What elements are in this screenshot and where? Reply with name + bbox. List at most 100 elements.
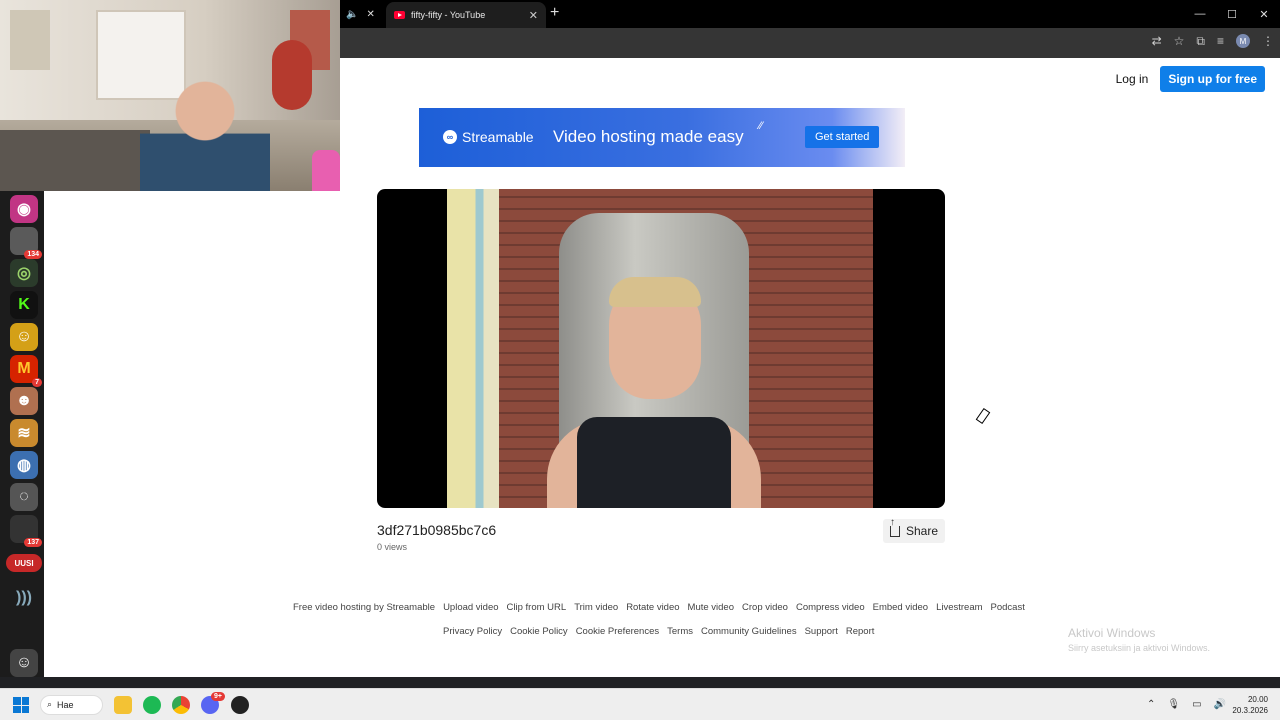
tab-strip: 🔈 ✕ fifty-fifty - YouTube ✕ + — ☐ ✕ bbox=[340, 0, 1280, 28]
footer-link[interactable]: Cookie Policy bbox=[510, 626, 568, 637]
footer-link[interactable]: Embed video bbox=[873, 602, 928, 613]
mouse-cursor-icon bbox=[975, 408, 991, 424]
footer-link[interactable]: Crop video bbox=[742, 602, 788, 613]
clock-date: 20.3.2026 bbox=[1232, 706, 1268, 715]
chrome-icon[interactable] bbox=[172, 696, 190, 714]
chevron-up-icon[interactable]: ⌃ bbox=[1147, 699, 1155, 710]
group-app-icon[interactable]: 137 bbox=[10, 515, 42, 547]
mcdonalds-icon[interactable]: M 7 bbox=[10, 355, 42, 387]
footer-link[interactable]: Privacy Policy bbox=[443, 626, 502, 637]
microphone-icon[interactable]: 🎙 bbox=[1167, 699, 1180, 710]
tab-close-icon[interactable]: ✕ bbox=[529, 9, 538, 22]
footer-link[interactable]: Compress video bbox=[796, 602, 865, 613]
streamable-logo: ∞ Streamable bbox=[443, 129, 534, 145]
login-link[interactable]: Log in bbox=[1116, 72, 1149, 86]
footer-link[interactable]: Report bbox=[846, 626, 875, 637]
header-actions: Log in Sign up for free bbox=[1116, 66, 1265, 92]
windows-start-icon[interactable] bbox=[13, 697, 29, 713]
footer-link[interactable]: Trim video bbox=[574, 602, 618, 613]
discord-icon[interactable]: 9+ bbox=[201, 692, 225, 714]
window-controls: — ☐ ✕ bbox=[1184, 0, 1280, 28]
footer-link[interactable]: Podcast bbox=[991, 602, 1025, 613]
person-hair bbox=[609, 277, 701, 307]
person-tank-top bbox=[577, 417, 731, 508]
footer-links-row2: Privacy Policy Cookie Policy Cookie Pref… bbox=[443, 626, 874, 637]
toolbar-icons: ⇄ ☆ ⧉ ≡ M ⋮ bbox=[1152, 34, 1274, 49]
search-icon: ⌕ bbox=[47, 699, 53, 709]
tab-youtube[interactable]: fifty-fifty - YouTube ✕ bbox=[386, 2, 546, 28]
footer-link[interactable]: Cookie Preferences bbox=[576, 626, 659, 637]
translate-icon[interactable]: ⇄ bbox=[1152, 34, 1162, 49]
globe-app-icon[interactable]: ◍ bbox=[10, 451, 38, 479]
footer-link[interactable]: Livestream bbox=[936, 602, 982, 613]
screen: Log in Sign up for free ∞ Streamable Vid… bbox=[0, 0, 1280, 720]
footer-link[interactable]: Free video hosting by Streamable bbox=[293, 602, 435, 613]
maximize-button[interactable]: ☐ bbox=[1216, 0, 1248, 28]
signal-icon[interactable]: ))) bbox=[10, 584, 38, 612]
notification-badge: 7 bbox=[32, 378, 42, 387]
minimize-button[interactable]: — bbox=[1184, 0, 1216, 28]
get-started-button[interactable]: Get started bbox=[805, 126, 880, 148]
video-frame bbox=[447, 189, 873, 508]
muted-tab[interactable]: 🔈 ✕ bbox=[346, 6, 382, 22]
menu-icon[interactable]: ⋮ bbox=[1262, 34, 1274, 49]
chat-app-icon[interactable]: 134 bbox=[10, 227, 42, 259]
notification-badge: 134 bbox=[24, 250, 42, 259]
banner-tagline: Video hosting made easy bbox=[553, 127, 744, 146]
taskbar-clock[interactable]: 20.00 20.3.2026 bbox=[1232, 694, 1268, 716]
watermark-subtitle: Siirry asetuksiin ja aktivoi Windows. bbox=[1068, 643, 1211, 653]
curtain bbox=[447, 189, 499, 508]
pink-lamp bbox=[312, 150, 340, 191]
hanging-cap bbox=[272, 40, 312, 110]
share-button[interactable]: Share bbox=[883, 517, 945, 543]
infinity-icon: ∞ bbox=[443, 130, 457, 144]
webcam-overlay bbox=[0, 0, 340, 191]
youtube-icon bbox=[394, 11, 405, 19]
footer-link[interactable]: Terms bbox=[667, 626, 693, 637]
room-floor bbox=[0, 130, 150, 191]
footer-link[interactable]: Support bbox=[805, 626, 838, 637]
footer-link[interactable]: Upload video bbox=[443, 602, 498, 613]
signup-button[interactable]: Sign up for free bbox=[1160, 66, 1265, 92]
footer-link[interactable]: Mute video bbox=[688, 602, 734, 613]
windows-activation-watermark: Aktivoi Windows Siirry asetuksiin ja akt… bbox=[1068, 626, 1210, 653]
notification-badge: 137 bbox=[24, 538, 42, 547]
volume-icon[interactable]: 🔊 bbox=[1214, 699, 1226, 710]
game-app-icon[interactable]: ◎ bbox=[10, 259, 38, 287]
kick-icon[interactable]: K bbox=[10, 291, 38, 319]
profile-app-icon[interactable]: ☺ bbox=[10, 649, 38, 677]
avatar-app-icon[interactable]: ☻ bbox=[10, 387, 38, 415]
profile-avatar[interactable]: M bbox=[1236, 34, 1250, 48]
muted-tab-close-icon[interactable]: ✕ bbox=[366, 9, 374, 20]
wall-poster bbox=[10, 10, 50, 70]
close-window-button[interactable]: ✕ bbox=[1248, 0, 1280, 28]
browser-chrome: 🔈 ✕ fifty-fifty - YouTube ✕ + — ☐ ✕ ⇄ ☆ … bbox=[340, 0, 1280, 58]
footer-link[interactable]: Rotate video bbox=[626, 602, 679, 613]
misc-app-icon[interactable]: ◌ bbox=[10, 483, 38, 511]
star-icon[interactable]: ☆ bbox=[1174, 34, 1185, 49]
media-icon[interactable]: ≡ bbox=[1217, 34, 1224, 49]
windows-taskbar: ⌕ Hae 9+ ⌃ 🎙 ▭ 🔊 20.00 20.3.2026 bbox=[0, 688, 1280, 720]
speaker-icon[interactable]: 🔈 bbox=[346, 9, 358, 20]
video-title: 3df271b0985bc7c6 bbox=[377, 522, 497, 538]
footer-links-row1: Free video hosting by Streamable Upload … bbox=[293, 602, 1025, 613]
view-count: 0 views bbox=[377, 542, 408, 552]
network-icon[interactable]: ▭ bbox=[1192, 699, 1201, 710]
banner-brand: Streamable bbox=[462, 129, 534, 145]
discord-badge: 9+ bbox=[211, 692, 225, 701]
extensions-icon[interactable]: ⧉ bbox=[1196, 34, 1205, 49]
footer-link[interactable]: Clip from URL bbox=[507, 602, 567, 613]
game-character-icon[interactable]: ☺ bbox=[10, 323, 38, 351]
clock-time: 20.00 bbox=[1247, 695, 1268, 704]
file-explorer-icon[interactable] bbox=[114, 696, 132, 714]
ad-banner[interactable]: ∞ Streamable Video hosting made easy ⁄⁄ … bbox=[419, 108, 905, 167]
camera-app-icon[interactable]: ◉ bbox=[10, 195, 38, 223]
new-badge[interactable]: UUSI bbox=[6, 554, 42, 572]
new-tab-button[interactable]: + bbox=[550, 4, 559, 22]
taskbar-search[interactable]: ⌕ Hae bbox=[40, 695, 103, 715]
burger-icon[interactable]: ≋ bbox=[10, 419, 38, 447]
obs-icon[interactable] bbox=[231, 696, 249, 714]
spotify-icon[interactable] bbox=[143, 696, 161, 714]
footer-link[interactable]: Community Guidelines bbox=[701, 626, 797, 637]
video-player[interactable] bbox=[377, 189, 945, 508]
